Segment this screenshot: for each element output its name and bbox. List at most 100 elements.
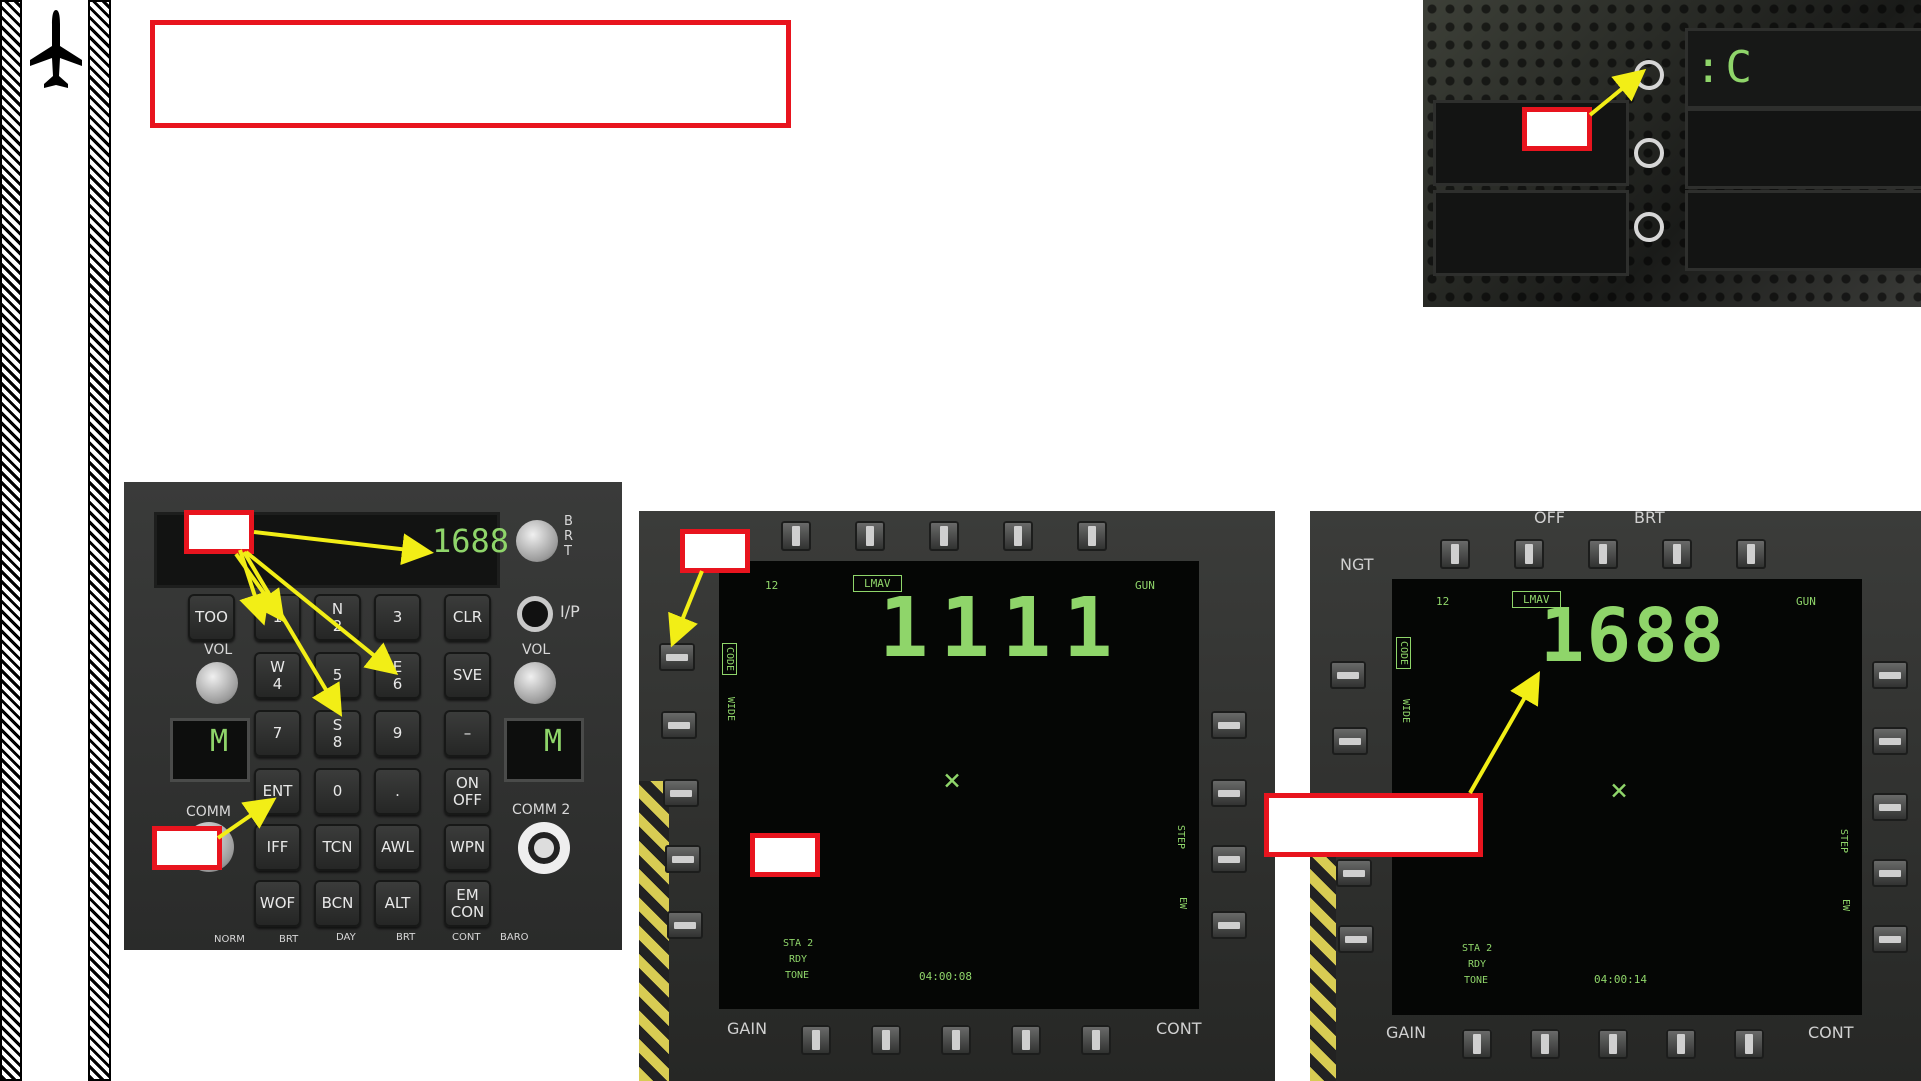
mfd-right-osb-bottom-5[interactable]: [1734, 1029, 1764, 1059]
ufc-scratchpad-text: 1688: [432, 522, 510, 560]
key-9[interactable]: 9: [374, 710, 421, 757]
iff-button[interactable]: IFF: [254, 824, 301, 871]
mfd-left-osb-bottom-2[interactable]: [871, 1025, 901, 1055]
mfd-right-osb-left-1[interactable]: [1330, 661, 1366, 689]
mfd-left-osb-top-3[interactable]: [929, 521, 959, 551]
comm2-knob[interactable]: [518, 822, 570, 874]
mfd-right-osb-top-1[interactable]: [1440, 539, 1470, 569]
key-7[interactable]: 7: [254, 710, 301, 757]
mfd-right-gun-label: GUN: [1796, 595, 1816, 608]
on-off-button[interactable]: ON OFF: [444, 768, 491, 815]
mfd-left-callout-box-top: [680, 529, 750, 573]
mfd-left-laser-code: 1111: [879, 581, 1125, 676]
bcn-button[interactable]: BCN: [314, 880, 361, 927]
mfd-left-osb-top-2[interactable]: [855, 521, 885, 551]
mfd-left-osb-bottom-3[interactable]: [941, 1025, 971, 1055]
mfd-right-osb-top-5[interactable]: [1736, 539, 1766, 569]
mfd-left-osb-left-1[interactable]: [659, 643, 695, 671]
sidebar-stripe-right: [88, 0, 111, 1081]
option-window-left-2: [1433, 190, 1629, 276]
mfd-left-osb-top-5[interactable]: [1077, 521, 1107, 551]
bottom-label-brt-2: BRT: [396, 932, 416, 943]
mfd-right-osb-right-2[interactable]: [1872, 727, 1908, 755]
mfd-right-osb-left-4[interactable]: [1336, 859, 1372, 887]
mfd-right-osb-right-4[interactable]: [1872, 859, 1908, 887]
key-3[interactable]: 3: [374, 594, 421, 641]
brt-knob[interactable]: [516, 520, 558, 562]
title-callout-box: [150, 20, 791, 128]
mfd-left-osb-top-4[interactable]: [1003, 521, 1033, 551]
ent-button[interactable]: ENT: [254, 768, 301, 815]
option-window-3: [1685, 190, 1921, 271]
mfd-right-osb-top-3[interactable]: [1588, 539, 1618, 569]
mfd-right-osb-top-2[interactable]: [1514, 539, 1544, 569]
option-select-button-3[interactable]: [1634, 212, 1664, 242]
key-4[interactable]: W4: [254, 652, 301, 699]
mfd-left-osb-left-5[interactable]: [667, 911, 703, 939]
too-button[interactable]: TOO: [188, 594, 235, 641]
mfd-left-osb-right-3[interactable]: [1211, 845, 1247, 873]
mfd-left-gain-label: GAIN: [727, 1019, 768, 1038]
option-select-button-1[interactable]: [1634, 60, 1664, 90]
mfd-right-osb-right-5[interactable]: [1872, 925, 1908, 953]
mfd-left-ew-label: EW: [1177, 897, 1188, 910]
mfd-left-osb-top-1[interactable]: [781, 521, 811, 551]
mfd-right-osb-right-1[interactable]: [1872, 661, 1908, 689]
ip-label: I/P: [560, 602, 580, 621]
mfd-right-status-sta: STA 2: [1462, 943, 1493, 954]
mfd-right-osb-bottom-3[interactable]: [1598, 1029, 1628, 1059]
mfd-left-station-number: 12: [765, 579, 779, 592]
key-2[interactable]: N2: [314, 594, 361, 641]
option-select-button-2[interactable]: [1634, 138, 1664, 168]
mfd-left-screen: 12 LMAV GUN 1111 CODE WIDE STEP EW × STA…: [719, 561, 1199, 1009]
aircraft-icon: [28, 8, 84, 92]
wof-button[interactable]: WOF: [254, 880, 301, 927]
mfd-right-osb-bottom-4[interactable]: [1666, 1029, 1696, 1059]
key-8[interactable]: S8: [314, 710, 361, 757]
mfd-left-osb-right-4[interactable]: [1211, 911, 1247, 939]
awl-button[interactable]: AWL: [374, 824, 421, 871]
comm1-label: COMM: [186, 804, 231, 820]
mfd-right-osb-bottom-2[interactable]: [1530, 1029, 1560, 1059]
vol-knob-left[interactable]: [196, 662, 238, 704]
mfd-left-osb-bottom-1[interactable]: [801, 1025, 831, 1055]
tcn-button[interactable]: TCN: [314, 824, 361, 871]
ip-button[interactable]: [517, 596, 553, 632]
mfd-right-osb-right-3[interactable]: [1872, 793, 1908, 821]
mfd-right-osb-bottom-1[interactable]: [1462, 1029, 1492, 1059]
mfd-right-status-tone: TONE: [1464, 975, 1489, 986]
mfd-right-osb-left-5[interactable]: [1338, 925, 1374, 953]
key-6[interactable]: E6: [374, 652, 421, 699]
vol-knob-right[interactable]: [514, 662, 556, 704]
clr-button[interactable]: CLR: [444, 594, 491, 641]
sve-button[interactable]: SVE: [444, 652, 491, 699]
mfd-right-osb-left-2[interactable]: [1332, 727, 1368, 755]
mfd-left-osb-bottom-5[interactable]: [1081, 1025, 1111, 1055]
vol-label-left: VOL: [204, 642, 233, 658]
mfd-left: 12 LMAV GUN 1111 CODE WIDE STEP EW × STA…: [639, 511, 1275, 1081]
alt-button[interactable]: ALT: [374, 880, 421, 927]
key-1[interactable]: 1: [254, 594, 301, 641]
mfd-right-osb-top-4[interactable]: [1662, 539, 1692, 569]
mfd-left-osb-right-1[interactable]: [1211, 711, 1247, 739]
mfd-left-osb-left-2[interactable]: [661, 711, 697, 739]
mfd-right-gain-label: GAIN: [1386, 1023, 1427, 1042]
mfd-left-status-tone: TONE: [785, 970, 810, 981]
key-5[interactable]: 5: [314, 652, 361, 699]
mfd-left-osb-left-3[interactable]: [663, 779, 699, 807]
mfd-left-osb-right-2[interactable]: [1211, 779, 1247, 807]
mfd-right-cont-label: CONT: [1808, 1023, 1854, 1042]
key-0[interactable]: 0: [314, 768, 361, 815]
wpn-button[interactable]: WPN: [444, 824, 491, 871]
mfd-left-osb-bottom-4[interactable]: [1011, 1025, 1041, 1055]
mfd-right-off-label: OFF: [1534, 511, 1565, 527]
mfd-right-callout-box: [1264, 793, 1483, 857]
ufc-callout-box-bottom: [152, 826, 222, 870]
dash-button[interactable]: –: [444, 710, 491, 757]
emcon-button[interactable]: EM CON: [444, 880, 491, 927]
mfd-left-osb-left-4[interactable]: [665, 845, 701, 873]
dot-button[interactable]: .: [374, 768, 421, 815]
bottom-label-baro: BARO: [500, 932, 529, 943]
comm2-label: COMM 2: [512, 802, 571, 818]
mfd-right-status-rdy: RDY: [1468, 959, 1487, 970]
